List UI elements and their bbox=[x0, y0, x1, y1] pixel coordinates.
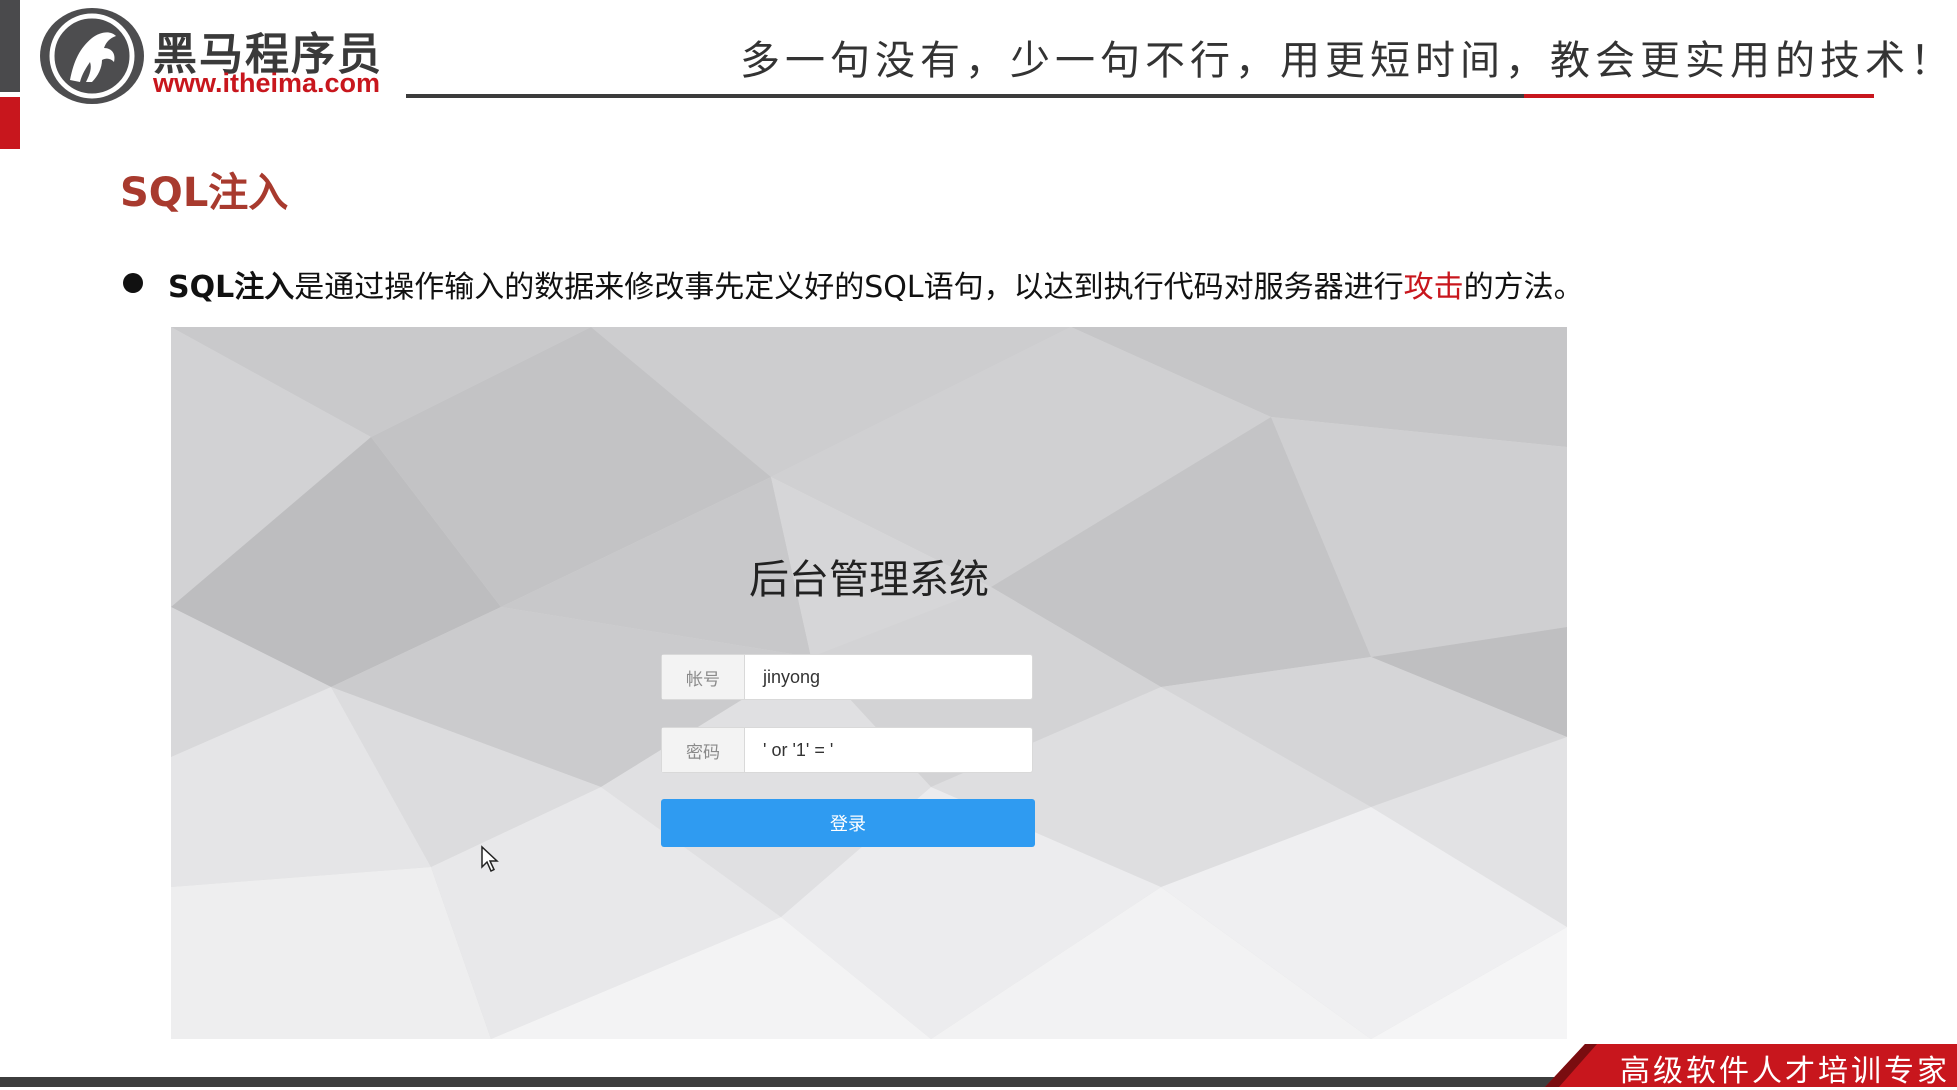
footer-tagline: 高级软件人才培训专家 bbox=[1620, 1054, 1950, 1089]
password-label: 密码 bbox=[662, 728, 745, 772]
header-divider bbox=[406, 94, 1526, 98]
bullet-highlight: 攻击 bbox=[1403, 270, 1464, 305]
login-page-screenshot: 后台管理系统 帐号 jinyong 密码 ' or '1' = ' 登录 bbox=[171, 327, 1567, 1039]
username-input[interactable]: jinyong bbox=[745, 655, 1032, 699]
edge-accent-red bbox=[0, 97, 20, 149]
bullet-term: SQL注入 bbox=[168, 270, 295, 305]
header-divider-accent bbox=[1524, 94, 1874, 98]
bullet-body: 是通过操作输入的数据来修改事先定义好的SQL语句，以达到执行代码对服务器进行 bbox=[294, 270, 1404, 305]
bullet-icon bbox=[123, 273, 143, 293]
login-title: 后台管理系统 bbox=[749, 557, 989, 603]
bullet-text: SQL注入是通过操作输入的数据来修改事先定义好的SQL语句，以达到执行代码对服务… bbox=[168, 262, 1584, 306]
login-button[interactable]: 登录 bbox=[661, 799, 1035, 847]
slogan: 多一句没有，少一句不行，用更短时间，教会更实用的技术！ bbox=[740, 38, 1955, 84]
bullet-tail: 的方法。 bbox=[1463, 270, 1584, 305]
edge-accent-dark bbox=[0, 0, 20, 92]
section-title: SQL注入 bbox=[120, 170, 289, 216]
horse-logo-icon bbox=[40, 8, 144, 104]
username-label: 帐号 bbox=[662, 655, 745, 699]
brand-url: www.itheima.com bbox=[153, 68, 381, 98]
username-field[interactable]: 帐号 jinyong bbox=[661, 654, 1033, 700]
password-field[interactable]: 密码 ' or '1' = ' bbox=[661, 727, 1033, 773]
password-input[interactable]: ' or '1' = ' bbox=[745, 728, 1032, 772]
mouse-cursor-icon bbox=[481, 845, 499, 873]
